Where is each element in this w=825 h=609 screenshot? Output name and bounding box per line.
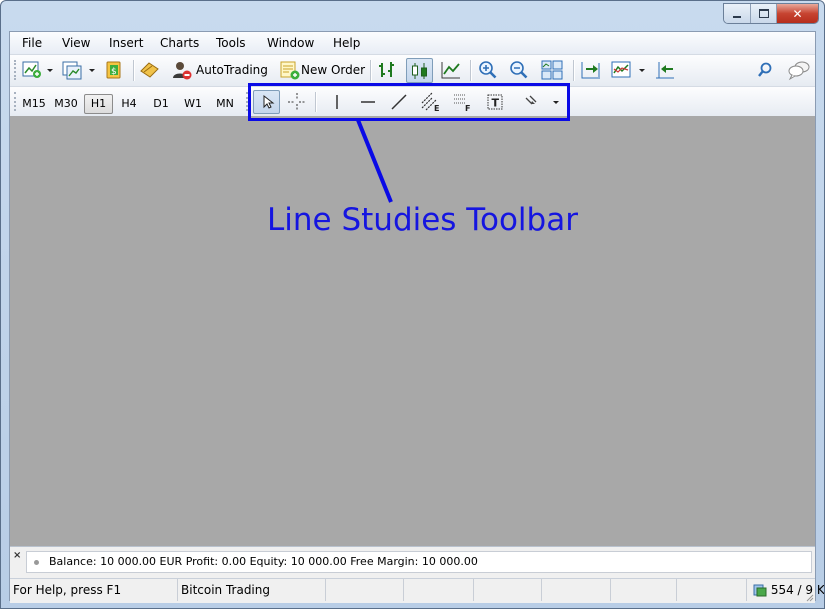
close-button[interactable]: ✕ <box>776 4 818 23</box>
maximize-icon <box>758 9 769 18</box>
status-help: For Help, press F1 <box>10 579 178 601</box>
connection-icon <box>753 584 767 597</box>
balance-bullet-icon <box>34 560 39 565</box>
resize-grip-icon[interactable] <box>804 592 814 602</box>
status-profile: Bitcoin Trading <box>178 579 326 601</box>
status-cell-empty <box>611 579 677 601</box>
annotation-label: Line Studies Toolbar <box>267 202 578 238</box>
maximize-button[interactable] <box>750 4 776 23</box>
terminal-close-icon[interactable]: × <box>13 550 21 561</box>
close-icon: ✕ <box>792 6 803 21</box>
status-cell-empty <box>326 579 404 601</box>
title-bar: ✕ <box>1 1 824 31</box>
minimize-button[interactable] <box>724 4 750 23</box>
status-bar: For Help, press F1 Bitcoin Trading 554 /… <box>10 578 824 603</box>
status-cell-empty <box>677 579 747 601</box>
client-area: File View Insert Charts Tools Window Hel… <box>9 31 824 603</box>
status-cell-empty <box>542 579 611 601</box>
status-cell-empty <box>404 579 474 601</box>
traffic-text: 554 / 9 K <box>770 583 825 597</box>
window-controls: ✕ <box>723 3 819 24</box>
terminal-panel: × Balance: 10 000.00 EUR Profit: 0.00 Eq… <box>10 546 815 577</box>
minimize-icon <box>733 15 741 18</box>
status-cell-empty <box>474 579 542 601</box>
terminal-window: ✕ File View Insert Charts Tools Window H… <box>0 0 825 609</box>
balance-text: Balance: 10 000.00 EUR Profit: 0.00 Equi… <box>49 555 478 568</box>
account-balance-row[interactable]: Balance: 10 000.00 EUR Profit: 0.00 Equi… <box>26 551 812 573</box>
